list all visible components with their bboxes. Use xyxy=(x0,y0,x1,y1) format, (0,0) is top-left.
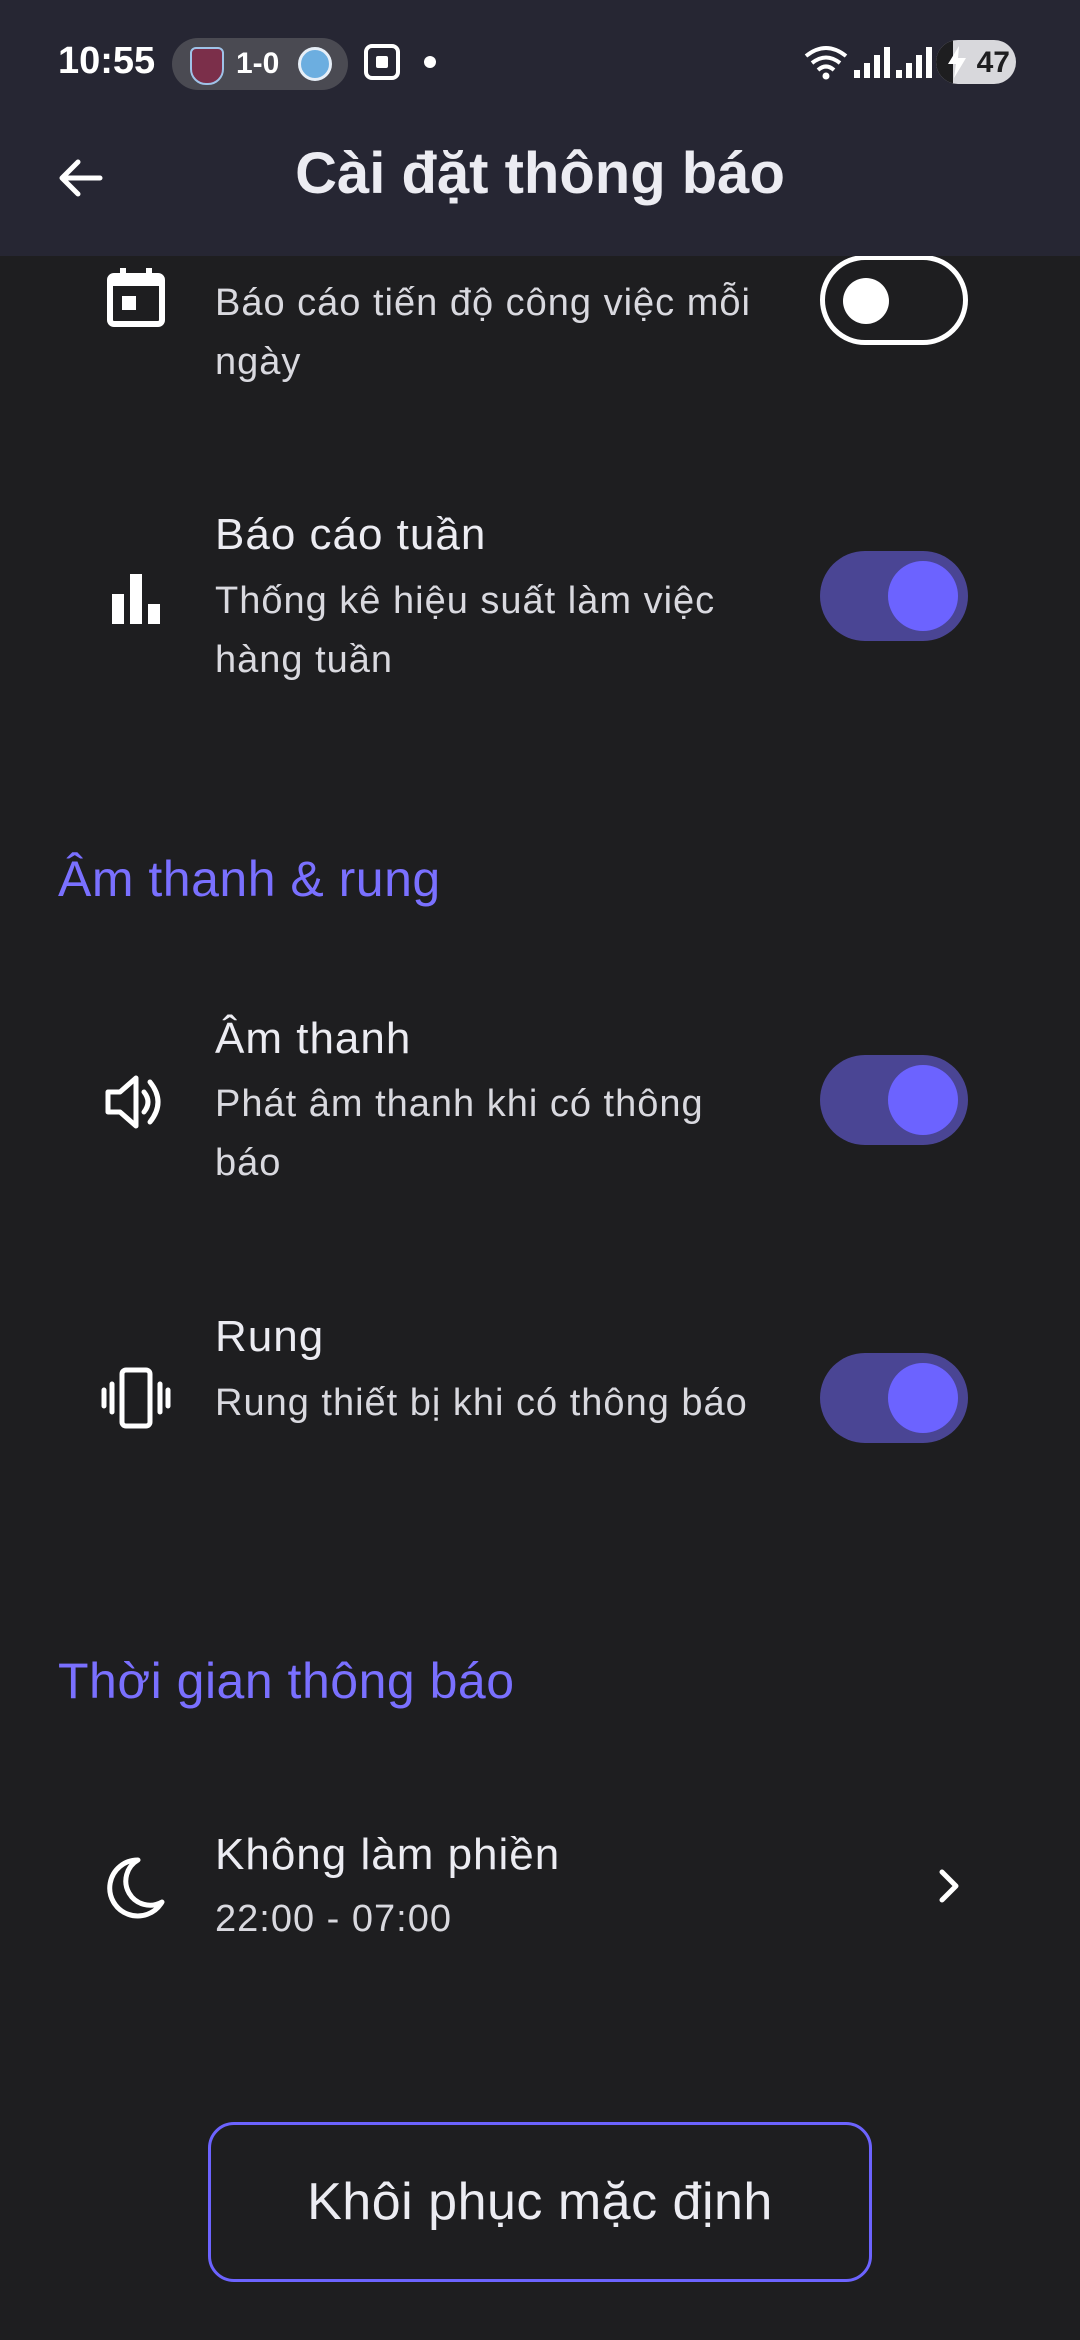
wifi-icon xyxy=(804,46,848,80)
signal-sim2-icon xyxy=(896,47,932,78)
setting-title: Âm thanh xyxy=(215,1014,412,1063)
setting-subtitle: Báo cáo tiến độ công việc mỗi ngày xyxy=(215,282,751,383)
dnd-time-range: 22:00 - 07:00 xyxy=(215,1898,452,1940)
battery-percent: 47 xyxy=(976,46,1010,79)
chevron-right-icon xyxy=(939,1869,959,1903)
top-bar: 10:55 1-0 47 Cài đặt thông báo xyxy=(0,0,1080,256)
aston-villa-crest-icon xyxy=(190,47,224,85)
notification-dot-icon xyxy=(424,56,436,68)
sound-toggle[interactable] xyxy=(820,1055,968,1145)
live-score: 1-0 xyxy=(236,47,280,80)
section-heading-sound: Âm thanh & rung xyxy=(58,851,441,907)
page-title: Cài đặt thông báo xyxy=(295,141,785,206)
vibrate-icon xyxy=(101,1367,171,1429)
section-heading-time: Thời gian thông báo xyxy=(58,1653,515,1709)
volume-icon xyxy=(105,1075,161,1129)
live-score-badge[interactable]: 1-0 xyxy=(172,38,348,90)
charging-bolt-icon xyxy=(948,46,966,78)
status-bar: 10:55 1-0 47 xyxy=(0,0,1080,124)
calendar-icon xyxy=(107,268,165,327)
screen-record-icon xyxy=(364,44,400,80)
setting-title: Rung xyxy=(215,1312,325,1361)
man-city-crest-icon xyxy=(298,47,332,81)
toggle-knob xyxy=(888,561,958,631)
signal-sim1-icon xyxy=(854,47,890,78)
toggle-knob xyxy=(843,278,889,324)
battery-indicator: 47 xyxy=(936,40,1016,84)
reset-defaults-button[interactable]: Khôi phục mặc định xyxy=(208,2122,872,2282)
toggle-knob xyxy=(888,1065,958,1135)
status-time: 10:55 xyxy=(58,40,156,82)
setting-subtitle: Thống kê hiệu suất làm việc hàng tuần xyxy=(215,580,716,681)
setting-subtitle: Phát âm thanh khi có thông báo xyxy=(215,1083,704,1184)
toggle-knob xyxy=(888,1363,958,1433)
setting-subtitle: Rung thiết bị khi có thông báo xyxy=(215,1382,748,1424)
daily-report-toggle[interactable] xyxy=(820,255,968,345)
vibrate-toggle[interactable] xyxy=(820,1353,968,1443)
setting-title: Không làm phiền xyxy=(215,1830,561,1879)
moon-icon xyxy=(107,1857,165,1919)
weekly-report-toggle[interactable] xyxy=(820,551,968,641)
bar-chart-icon xyxy=(112,574,160,624)
setting-title: Báo cáo tuần xyxy=(215,510,487,559)
